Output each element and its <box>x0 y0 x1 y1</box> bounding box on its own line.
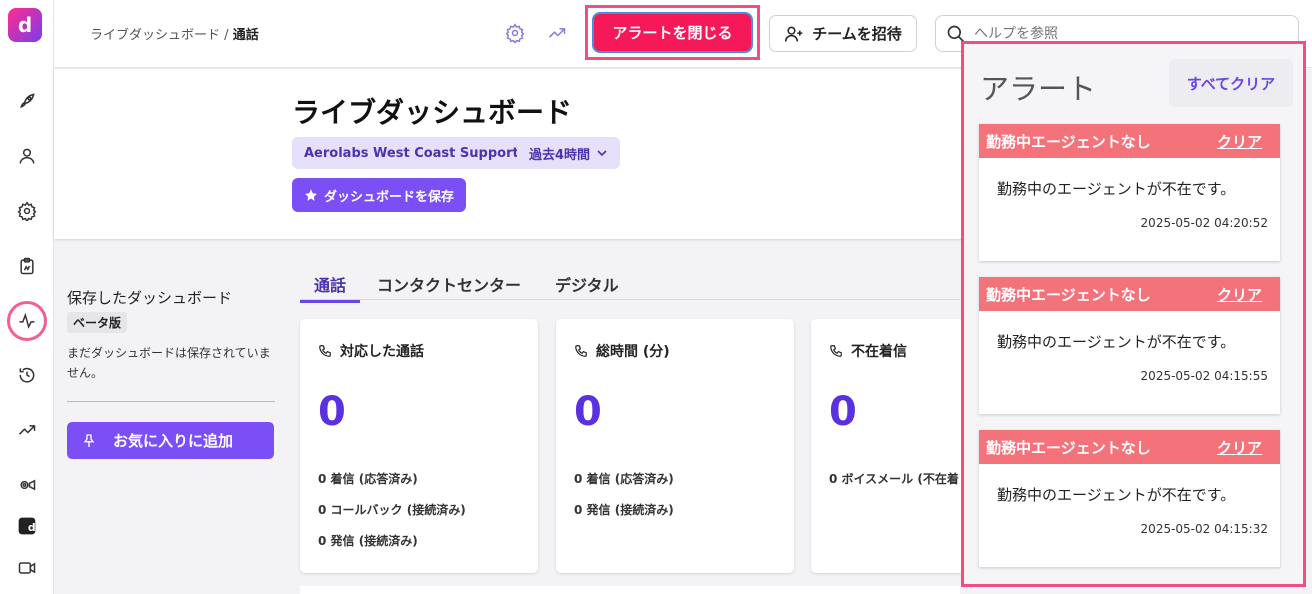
alert-header: 勤務中エージェントなし クリア <box>979 277 1280 311</box>
card-line: 0 着信 (応答済み) <box>574 472 674 486</box>
help-search-input[interactable] <box>974 25 1254 42</box>
alert-message: 勤務中のエージェントが不在です。 <box>997 333 1236 351</box>
card-title: 総時間 (分) <box>574 341 670 361</box>
breadcrumb-separator: / <box>224 28 229 43</box>
alert-title: 勤務中エージェントなし <box>986 132 1151 151</box>
phone-icon <box>319 345 331 357</box>
team-filter-label: Aerolabs West Coast Support <box>304 145 519 161</box>
card-line: 0 コールバック (接続済み) <box>318 503 466 517</box>
card-title-text: 総時間 (分) <box>596 344 670 360</box>
card-value: 0 <box>318 389 346 435</box>
dashboard-title-panel: ライブダッシュボード Aerolabs West Coast Support 過… <box>54 69 1014 239</box>
settings-gear-icon[interactable] <box>504 22 526 44</box>
alert-title: 勤務中エージェントなし <box>986 285 1151 304</box>
breadcrumb-current: 通話 <box>232 28 259 43</box>
invite-team-button[interactable]: チームを招待 <box>769 15 917 52</box>
gear-icon[interactable] <box>13 197 41 225</box>
add-favorite-label: お気に入りに追加 <box>113 432 234 450</box>
alert-message: 勤務中のエージェントが不在です。 <box>997 486 1236 504</box>
alerts-title: アラート <box>980 72 1097 106</box>
saved-dashboards-section: 保存したダッシュボード ベータ版 まだダッシュボードは保存されていません。 お気… <box>67 287 275 459</box>
phone-icon <box>575 345 587 357</box>
left-nav-rail: d d <box>0 0 54 594</box>
alert-message: 勤務中のエージェントが不在です。 <box>997 180 1236 198</box>
tab-calls[interactable]: 通話 <box>300 272 361 303</box>
trend-icon[interactable] <box>546 22 568 44</box>
star-icon <box>305 189 317 201</box>
phone-icon <box>830 345 842 357</box>
saved-dashboards-label: 保存したダッシュボード <box>67 289 233 307</box>
card-line: 0 ボイスメール (不在着 <box>829 472 959 486</box>
tab-contact-center[interactable]: コンタクトセンター <box>377 272 521 296</box>
video-icon[interactable] <box>13 554 41 582</box>
alert-clear-link[interactable]: クリア <box>1217 284 1262 305</box>
save-dashboard-label: ダッシュボードを保存 <box>324 189 455 205</box>
alert-timestamp: 2025-05-02 04:15:32 <box>1140 522 1268 536</box>
card-title-text: 対応した通話 <box>340 344 424 360</box>
activity-icon[interactable] <box>7 301 47 341</box>
card-line: 0 発信 (接続済み) <box>574 503 674 517</box>
camera-gear-icon[interactable] <box>13 471 41 499</box>
card-title: 不在着信 <box>829 341 907 361</box>
next-row-edge <box>300 586 960 594</box>
breadcrumb-root[interactable]: ライブダッシュボード <box>90 28 220 43</box>
metric-card-handled-calls: 対応した通話 0 0 着信 (応答済み) 0 コールバック (接続済み) 0 発… <box>300 319 538 573</box>
card-value: 0 <box>574 389 602 435</box>
user-plus-icon <box>785 26 803 42</box>
time-range-dropdown[interactable]: 過去4時間 <box>517 137 621 169</box>
alert-clear-link[interactable]: クリア <box>1217 437 1262 458</box>
trending-icon[interactable] <box>13 416 41 444</box>
svg-text:d: d <box>28 521 36 534</box>
brand-icon[interactable]: d <box>13 512 41 540</box>
alert-header: 勤務中エージェントなし クリア <box>979 124 1280 158</box>
card-value: 0 <box>829 389 857 435</box>
tab-digital[interactable]: デジタル <box>555 272 619 296</box>
alert-timestamp: 2025-05-02 04:15:55 <box>1140 369 1268 383</box>
team-filter-chip[interactable]: Aerolabs West Coast Support <box>292 137 531 169</box>
rocket-icon[interactable] <box>13 87 41 115</box>
user-icon[interactable] <box>13 142 41 170</box>
alert-card: 勤務中エージェントなし クリア 勤務中のエージェントが不在です。 2025-05… <box>979 430 1280 567</box>
alert-clear-link[interactable]: クリア <box>1217 131 1262 152</box>
dismiss-highlight: アラートを閉じる <box>585 5 760 60</box>
alerts-panel: アラート すべてクリア 勤務中エージェントなし クリア 勤務中のエージェントが不… <box>961 41 1306 587</box>
beta-badge: ベータ版 <box>67 312 128 333</box>
alert-card: 勤務中エージェントなし クリア 勤務中のエージェントが不在です。 2025-05… <box>979 124 1280 261</box>
chevron-down-icon <box>597 150 607 157</box>
card-title: 対応した通話 <box>318 341 424 361</box>
invite-team-label: チームを招待 <box>812 25 902 43</box>
alert-card: 勤務中エージェントなし クリア 勤務中のエージェントが不在です。 2025-05… <box>979 277 1280 414</box>
dismiss-alerts-button[interactable]: アラートを閉じる <box>592 12 753 53</box>
alert-title: 勤務中エージェントなし <box>986 438 1151 457</box>
time-range-label: 過去4時間 <box>529 147 591 163</box>
pin-icon <box>83 433 95 447</box>
metric-card-total-time: 総時間 (分) 0 0 着信 (応答済み) 0 発信 (接続済み) <box>556 319 794 573</box>
history-icon[interactable] <box>13 361 41 389</box>
alert-timestamp: 2025-05-02 04:20:52 <box>1140 216 1268 230</box>
no-saved-dashboards-text: まだダッシュボードは保存されていません。 <box>67 346 271 380</box>
breadcrumb: ライブダッシュボード / 通話 <box>90 24 259 43</box>
card-line: 0 発信 (接続済み) <box>318 534 418 548</box>
add-favorite-button[interactable]: お気に入りに追加 <box>67 422 274 459</box>
clipboard-icon[interactable] <box>13 252 41 280</box>
divider <box>67 401 275 402</box>
alert-header: 勤務中エージェントなし クリア <box>979 430 1280 464</box>
clear-all-button[interactable]: すべてクリア <box>1169 59 1293 107</box>
card-line: 0 着信 (応答済み) <box>318 472 418 486</box>
card-title-text: 不在着信 <box>851 344 907 360</box>
dashboard-tabs: 通話 コンタクトセンター デジタル <box>300 270 960 303</box>
save-dashboard-button[interactable]: ダッシュボードを保存 <box>292 178 467 212</box>
page-title: ライブダッシュボード <box>292 96 573 129</box>
app-logo[interactable]: d <box>8 8 42 42</box>
